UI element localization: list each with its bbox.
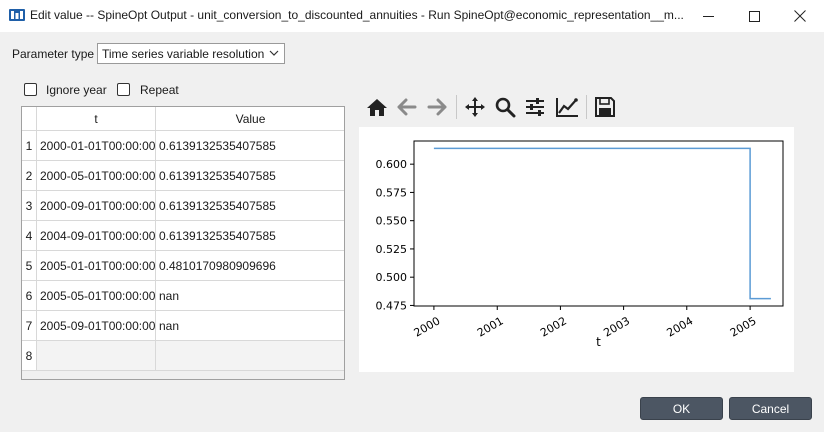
table-cell-value[interactable] [156,341,344,371]
table-cell-t[interactable]: 2004-09-01T00:00:00 [37,221,156,251]
table-cell-t[interactable] [37,341,156,371]
row-header[interactable]: 1 [22,131,37,161]
table-cell-value[interactable]: 0.4810170980909696 [156,251,344,281]
save-button[interactable] [592,94,618,120]
pan-button[interactable] [462,94,488,120]
y-tick-label: 0.600 [376,158,408,171]
y-tick-label: 0.500 [376,271,408,284]
home-button[interactable] [364,94,390,120]
y-tick-label: 0.575 [376,186,408,199]
home-icon [367,99,387,116]
table-cell-value[interactable]: nan [156,281,344,311]
y-tick-label: 0.525 [376,243,408,256]
close-button[interactable] [777,0,823,32]
table-cell-t[interactable]: 2000-01-01T00:00:00 [37,131,156,161]
title-bar: Edit value -- SpineOpt Output - unit_con… [0,0,824,32]
chevron-down-icon [269,50,279,56]
forward-arrow-icon [427,98,447,116]
edit-curve-button[interactable] [554,94,580,120]
repeat-checkbox[interactable] [117,83,130,96]
row-header[interactable]: 6 [22,281,37,311]
forward-button[interactable] [424,94,450,120]
ok-button[interactable]: OK [640,397,723,420]
row-header[interactable]: 5 [22,251,37,281]
table-cell-value[interactable]: 0.6139132535407585 [156,131,344,161]
back-button[interactable] [394,94,420,120]
table-cell-value[interactable]: 0.6139132535407585 [156,191,344,221]
toolbar-separator [456,95,457,119]
table-corner [22,107,37,131]
y-tick-label: 0.550 [376,215,408,228]
configure-subplots-button[interactable] [522,94,548,120]
row-header[interactable]: 7 [22,311,37,341]
minimize-button[interactable] [685,0,731,32]
row-header[interactable]: 2 [22,161,37,191]
table-cell-t[interactable]: 2005-09-01T00:00:00 [37,311,156,341]
parameter-type-value: Time series variable resolution [102,47,265,61]
configure-subplots-icon [526,98,544,116]
table-cell-t[interactable]: 2005-05-01T00:00:00 [37,281,156,311]
y-tick-label: 0.475 [376,299,408,312]
window-title: Edit value -- SpineOpt Output - unit_con… [30,8,684,22]
toolbar-separator [586,95,587,119]
table-cell-t[interactable]: 2000-05-01T00:00:00 [37,161,156,191]
save-icon [595,97,615,117]
time-series-table[interactable]: t Value 1 2000-01-01T00:00:00 0.61391325… [21,106,345,380]
back-arrow-icon [397,98,417,116]
maximize-button[interactable] [731,0,777,32]
column-header-value[interactable]: Value [156,107,344,131]
table-cell-value[interactable]: 0.6139132535407585 [156,221,344,251]
table-cell-value[interactable]: 0.6139132535407585 [156,161,344,191]
parameter-type-label: Parameter type [12,47,95,61]
edit-curve-icon [556,98,578,117]
app-icon [9,9,25,21]
parameter-type-select[interactable]: Time series variable resolution [97,43,285,64]
zoom-button[interactable] [492,94,518,120]
row-header[interactable]: 3 [22,191,37,221]
row-header[interactable]: 4 [22,221,37,251]
close-icon [794,10,806,22]
table-cell-t[interactable]: 2005-01-01T00:00:00 [37,251,156,281]
zoom-icon [495,97,516,118]
minimize-icon [702,15,714,17]
ignore-year-label: Ignore year [46,83,107,97]
maximize-icon [748,10,760,22]
pan-icon [465,97,485,117]
table-cell-t[interactable]: 2000-09-01T00:00:00 [37,191,156,221]
table-cell-value[interactable]: nan [156,311,344,341]
time-series-plot[interactable]: 0.4750.5000.5250.5500.5750.6002000 2001 20… [359,127,794,372]
x-axis-label: t [596,335,601,349]
column-header-t[interactable]: t [37,107,156,131]
ignore-year-checkbox[interactable] [24,83,37,96]
table-scroll-area [22,371,344,379]
row-header[interactable]: 8 [22,341,37,371]
repeat-label: Repeat [140,83,179,97]
cancel-button[interactable]: Cancel [729,397,812,420]
